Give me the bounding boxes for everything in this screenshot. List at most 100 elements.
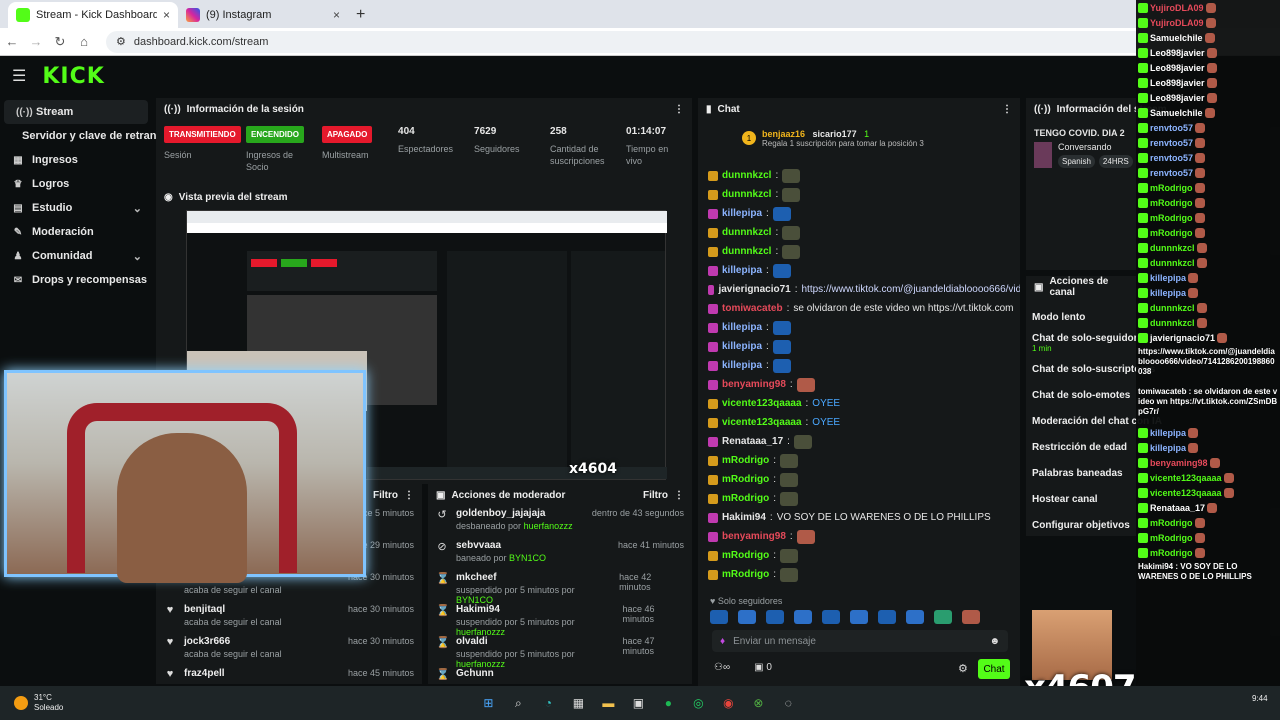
edge-icon[interactable]: ◔ [537,692,559,714]
gift-icon: ✉ [13,274,23,286]
chat-username[interactable]: tomiwacateb [722,303,783,314]
emote-icon [1217,332,1228,343]
chat-username[interactable]: killepipa [722,322,762,333]
emote-icon[interactable] [822,610,840,624]
filter-button[interactable]: Filtro [373,490,398,501]
store-icon[interactable]: ▦ [567,692,589,714]
chat-username[interactable]: javierignacio71 [718,284,790,295]
filter-button[interactable]: Filtro [643,490,668,501]
chat-username[interactable]: mRodrigo [722,493,769,504]
overlay-chat-line: mRodrigo [1136,195,1280,210]
channel-action-item[interactable]: Chat de solo-suscriptores [1026,356,1155,382]
obs-icon[interactable]: ◌ [777,692,799,714]
chat-message-input[interactable]: ♦ Enviar un mensaje ☻ [712,630,1008,652]
sidebar-item-estudio[interactable]: ▤ Estudio ⌄ [0,196,152,220]
emote-icon[interactable] [850,610,868,624]
tab-kick-dashboard[interactable]: Stream - Kick Dashboard × [8,2,178,28]
xbox-icon[interactable]: ⊗ [747,692,769,714]
emote-icon[interactable] [738,610,756,624]
sub-badge-icon [708,265,718,276]
badge-icon [1138,317,1148,328]
chat-username[interactable]: mRodrigo [722,569,769,580]
chat-username[interactable]: vicente123qaaaa [722,398,802,409]
chat-message: mRodrigo: [698,470,1020,489]
chat-username[interactable]: dunnnkzcl [722,246,771,257]
channel-action-item[interactable]: Chat de solo-seguidores 1 min [1026,330,1149,356]
channel-action-item[interactable]: Restricción de edad [1026,434,1136,460]
url-input[interactable]: ⚙ dashboard.kick.com/stream [106,30,1146,53]
overlay-username: mRodrigo [1150,212,1193,223]
chat-username[interactable]: mRodrigo [722,550,769,561]
sidebar-item-stream[interactable]: ((·)) Stream [4,100,148,124]
whatsapp-icon[interactable]: ◎ [687,692,709,714]
forward-icon[interactable]: → [24,34,48,49]
site-info-icon[interactable]: ⚙ [116,35,126,48]
sidebar-item-moderacion[interactable]: ✎ Moderación [0,220,152,244]
badge-icon [1138,107,1148,118]
chat-username[interactable]: Hakimi94 [722,512,766,523]
settings-icon[interactable]: ⚙ [958,662,968,675]
more-icon[interactable]: ⋮ [404,490,414,501]
channel-action-item[interactable]: Moderación del chat con IA [1026,408,1162,434]
capture-icon[interactable]: ▣ [627,692,649,714]
chat-username[interactable]: dunnnkzcl [722,170,771,181]
close-tab-icon[interactable]: × [333,8,340,22]
sub-badge-icon [708,455,718,466]
emoji-icon[interactable]: ☻ [989,636,1000,647]
badge-icon [1138,302,1148,313]
channel-actions-list: Modo lento Chat de solo-seguidores 1 min Ch… [1026,298,1162,538]
reload-icon[interactable]: ↻ [48,34,72,50]
chat-username[interactable]: killepipa [722,341,762,352]
sidebar-item-logros[interactable]: ♛ Logros [0,172,152,196]
send-chat-button[interactable]: Chat [978,659,1010,679]
emote-icon [1196,317,1207,328]
chat-username[interactable]: vicente123qaaaa [722,417,802,428]
channel-action-item[interactable]: Modo lento [1026,304,1136,330]
chat-username[interactable]: dunnnkzcl [722,227,771,238]
chat-username[interactable]: Renataaa_17 [722,436,783,447]
chat-username[interactable]: mRodrigo [722,455,769,466]
emote-icon[interactable] [794,610,812,624]
sidebar-item-comunidad[interactable]: ♟ Comunidad ⌄ [0,244,152,268]
chat-username[interactable]: benyaming98 [722,531,786,542]
channel-action-item[interactable]: Hostear canal [1026,486,1136,512]
chevron-down-icon[interactable]: ⌄ [133,202,142,215]
channel-action-item[interactable]: Palabras baneadas [1026,460,1136,486]
infinity-icon[interactable]: ⚇∞ [714,662,730,673]
back-icon[interactable]: ← [0,34,24,49]
sidebar-item-drops[interactable]: ✉ Drops y recompensas [0,268,152,292]
tab-instagram[interactable]: (9) Instagram × [178,2,348,28]
search-icon[interactable]: ⌕ [507,692,529,714]
chat-username[interactable]: benyaming98 [722,379,786,390]
spotify-icon[interactable]: ● [657,692,679,714]
emote-icon[interactable] [962,610,980,624]
file-explorer-icon[interactable]: ▬ [597,692,619,714]
chat-username[interactable]: mRodrigo [722,474,769,485]
emote-icon[interactable] [934,610,952,624]
chat-username[interactable]: killepipa [722,208,762,219]
chrome-icon[interactable]: ◉ [717,692,739,714]
windows-start-icon[interactable]: ⊞ [477,692,499,714]
chat-username[interactable]: dunnnkzcl [722,189,771,200]
more-icon[interactable]: ⋮ [1002,104,1012,115]
weather-widget[interactable]: 31°C Soleado [34,693,63,713]
sidebar-item-server-key[interactable]: Servidor y clave de retransmisión [0,124,198,148]
emote-icon[interactable] [906,610,924,624]
new-tab-button[interactable]: + [348,6,373,28]
more-icon[interactable]: ⋮ [674,104,684,115]
channel-action-item[interactable]: Configurar objetivos [1026,512,1136,538]
overlay-username: killepipa [1150,427,1187,438]
more-icon[interactable]: ⋮ [674,490,684,501]
sidebar-item-ingresos[interactable]: ▦ Ingresos [0,148,152,172]
menu-icon[interactable]: ☰ [12,66,26,86]
chat-username[interactable]: killepipa [722,265,762,276]
emote-icon[interactable] [710,610,728,624]
home-icon[interactable]: ⌂ [72,34,96,49]
chevron-down-icon[interactable]: ⌄ [133,250,142,263]
chat-username[interactable]: killepipa [722,360,762,371]
stat-value: 01:14:07 [626,126,667,137]
emote-icon[interactable] [766,610,784,624]
emote-icon[interactable] [878,610,896,624]
close-tab-icon[interactable]: × [163,8,170,22]
channel-action-item[interactable]: Chat de solo-emotes [1026,382,1136,408]
